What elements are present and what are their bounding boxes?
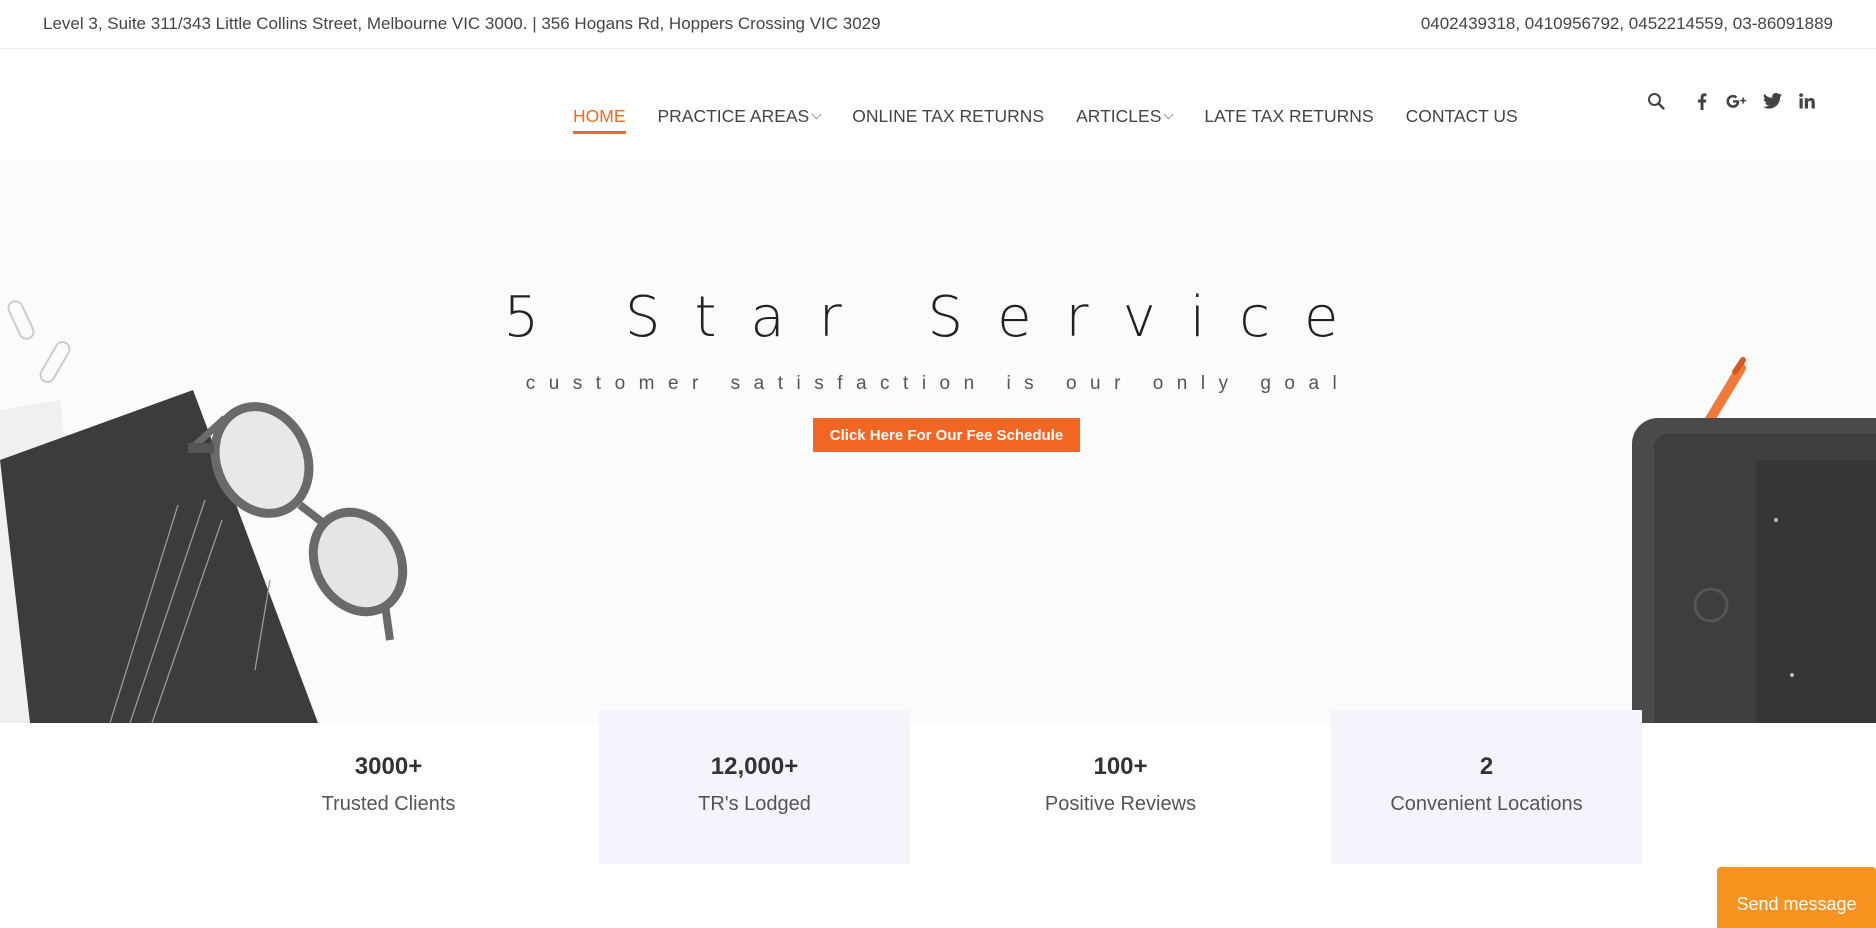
- nav-late-tax-returns[interactable]: LATE TAX RETURNS: [1204, 96, 1373, 136]
- nav-articles[interactable]: ARTICLES: [1076, 96, 1174, 136]
- stat-label: Convenient Locations: [1390, 792, 1583, 815]
- stat-value: 12,000+: [710, 752, 799, 780]
- header-tools: [1645, 86, 1831, 116]
- address-text: Level 3, Suite 311/343 Little Collins St…: [43, 14, 881, 33]
- stat-value: 3000+: [354, 752, 423, 780]
- desk-items-left-image: [0, 300, 408, 723]
- main-nav: HOME PRACTICE AREAS ONLINE TAX RETURNS A…: [573, 96, 1550, 136]
- hero-section: 5 Star Service customer satisfaction is …: [0, 160, 1876, 723]
- chevron-down-icon: [811, 109, 822, 119]
- hero-subtitle: customer satisfaction is our only goal: [525, 373, 1351, 394]
- stat-value: 100+: [1093, 752, 1148, 780]
- stat-tr-lodged: 12,000+ TR's Lodged: [599, 710, 910, 864]
- twitter-icon[interactable]: [1761, 90, 1783, 112]
- nav-practice-areas[interactable]: PRACTICE AREAS: [658, 96, 822, 136]
- hero-title: 5 Star Service: [503, 285, 1373, 350]
- stat-value: 2: [1479, 752, 1494, 780]
- stat-label: Positive Reviews: [1044, 792, 1197, 815]
- fee-schedule-button[interactable]: Click Here For Our Fee Schedule: [813, 418, 1080, 452]
- stat-label: Trusted Clients: [321, 792, 456, 815]
- nav-home[interactable]: HOME: [573, 96, 626, 136]
- facebook-icon[interactable]: [1691, 90, 1713, 112]
- search-icon[interactable]: [1645, 90, 1667, 112]
- send-message-button[interactable]: Send message: [1717, 867, 1876, 928]
- nav-online-tax-returns[interactable]: ONLINE TAX RETURNS: [852, 96, 1044, 136]
- stats-row: 3000+ Trusted Clients 12,000+ TR's Lodge…: [233, 710, 1643, 864]
- stat-label: TR's Lodged: [698, 792, 811, 815]
- phone-numbers: 0402439318, 0410956792, 0452214559, 03-8…: [1420, 14, 1833, 33]
- chevron-down-icon: [1163, 109, 1174, 119]
- google-plus-icon[interactable]: [1726, 90, 1748, 112]
- stat-trusted-clients: 3000+ Trusted Clients: [233, 710, 544, 864]
- linkedin-icon[interactable]: [1796, 90, 1818, 112]
- stat-locations: 2 Convenient Locations: [1331, 710, 1642, 864]
- desk-items-right-image: [1632, 357, 1876, 723]
- stat-positive-reviews: 100+ Positive Reviews: [965, 710, 1276, 864]
- nav-contact-us[interactable]: CONTACT US: [1406, 96, 1518, 136]
- top-bar: Level 3, Suite 311/343 Little Collins St…: [0, 0, 1876, 49]
